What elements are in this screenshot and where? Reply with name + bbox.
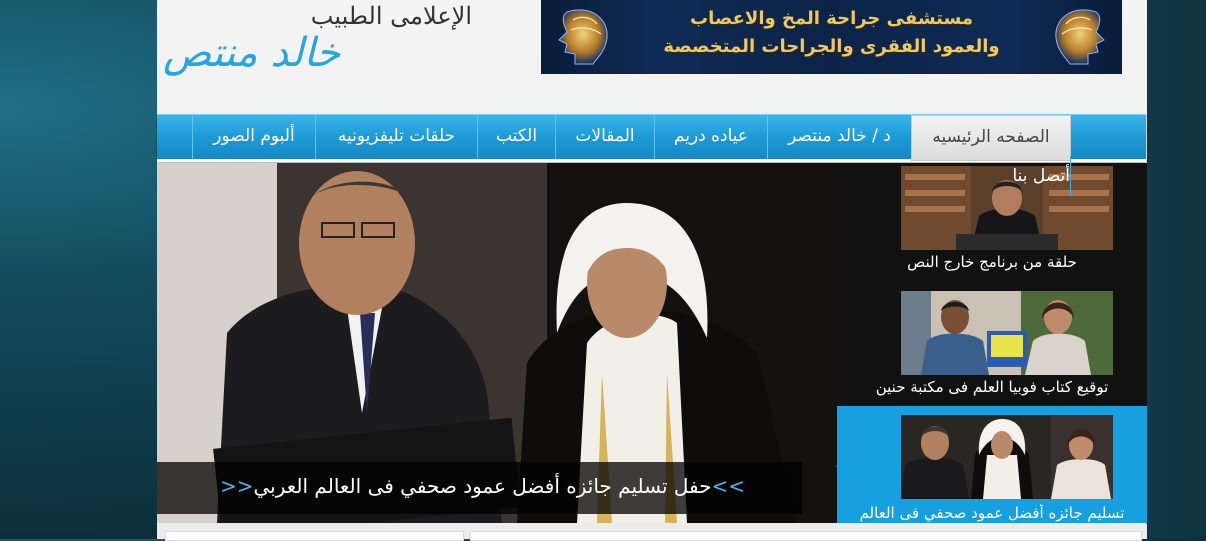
site-logo[interactable]: خالد منتص (163, 30, 353, 76)
thumbnail-item-active[interactable]: تسليم جائزه أفضل عمود صحفي فى العالم (837, 406, 1147, 524)
banner-line-1: مستشفى جراحة المخ والاعصاب (690, 8, 973, 29)
logo-subtitle: الإعلامى الطبيب (310, 2, 472, 30)
slide-prev-arrow[interactable]: >> (712, 474, 746, 498)
thumbnail-caption: حلقة من برنامج خارج النص (907, 253, 1077, 271)
content-box-left (165, 531, 464, 541)
thumbnail-image (901, 166, 1113, 250)
nav-item-dream-clinic[interactable]: عياده دريم (654, 115, 768, 159)
nav-item-tv-episodes[interactable]: حلقات تليفزيونيه (315, 115, 478, 159)
hospital-banner-ad[interactable]: مستشفى جراحة المخ والاعصاب والعمود الفقر… (541, 0, 1122, 74)
nav-item-photo-album[interactable]: ألبوم الصور (192, 115, 316, 159)
main-nav: ألبوم الصور حلقات تليفزيونيه الكتب المقا… (157, 114, 1146, 162)
slide-caption-text[interactable]: حفل تسليم جائزه أفضل عمود صحفي فى العالم… (253, 474, 711, 498)
brain-head-icon (558, 9, 608, 65)
active-thumbnail-pointer (836, 452, 852, 480)
thumbnail-image (901, 291, 1113, 375)
thumbnail-item[interactable]: حلقة من برنامج خارج النص (837, 163, 1147, 281)
content-box-right (470, 531, 1142, 541)
page-background-right (1147, 0, 1206, 539)
dropdown-connector (1070, 156, 1071, 196)
nav-item-books[interactable]: الكتب (477, 115, 556, 159)
slide-caption[interactable]: >>حفل تسليم جائزه أفضل عمود صحفي فى العا… (180, 474, 785, 498)
thumbnail-caption: تسليم جائزه أفضل عمود صحفي فى العالم (859, 504, 1125, 522)
nav-item-articles[interactable]: المقالات (555, 115, 655, 159)
thumbnail-image (901, 415, 1113, 499)
thumbnail-item[interactable]: توقيع كتاب فوبيا العلم فى مكتبة حنين (837, 288, 1147, 406)
nav-dropdown-contact-us[interactable]: أتصل بنا (1010, 166, 1070, 186)
nav-item-home[interactable]: الصفحه الرئيسيه (911, 115, 1071, 161)
slide-next-arrow[interactable]: << (220, 474, 254, 498)
banner-line-2: والعمود الفقرى والجراحات المتخصصة (663, 36, 1000, 57)
thumbnail-caption: توقيع كتاب فوبيا العلم فى مكتبة حنين (875, 378, 1109, 396)
brain-head-icon (1055, 9, 1105, 65)
nav-item-khaled-montaser[interactable]: د / خالد منتصر (767, 115, 912, 159)
